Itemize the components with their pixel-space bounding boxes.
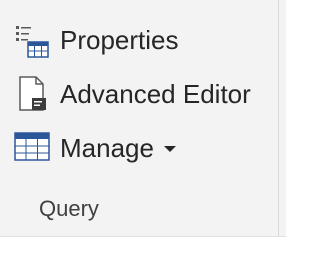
manage-dropdown-button[interactable]: Manage xyxy=(12,128,274,168)
query-ribbon-group: Properties Advanced Editor Manage Query xyxy=(0,0,278,236)
chevron-down-icon[interactable] xyxy=(163,146,176,152)
properties-label: Properties xyxy=(60,25,179,55)
properties-icon xyxy=(16,26,49,58)
table-grid-icon xyxy=(14,132,50,161)
next-group-edge xyxy=(279,0,286,236)
properties-button[interactable]: Properties xyxy=(12,20,274,60)
advanced-editor-label: Advanced Editor xyxy=(60,79,251,109)
group-label: Query xyxy=(39,196,99,221)
ribbon-bottom-border xyxy=(0,236,286,260)
manage-label: Manage xyxy=(60,133,154,163)
advanced-editor-button[interactable]: Advanced Editor xyxy=(12,74,274,114)
advanced-editor-icon xyxy=(19,76,46,111)
